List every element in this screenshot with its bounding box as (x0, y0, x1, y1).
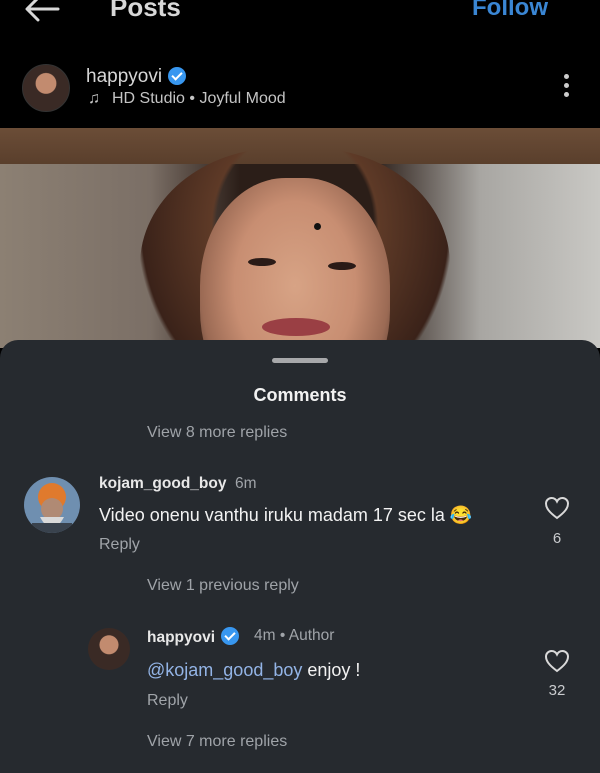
reply-button[interactable]: Reply (99, 536, 140, 554)
comment-time: 6m (235, 475, 257, 492)
comments-sheet: Comments View 8 more replies kojam_good_… (0, 340, 600, 773)
post-image[interactable] (0, 128, 600, 348)
music-note-icon: ♫ (88, 90, 100, 107)
view-more-replies-top[interactable]: View 8 more replies (147, 424, 287, 442)
view-more-replies-bottom[interactable]: View 7 more replies (147, 733, 287, 751)
verified-badge-icon (221, 627, 240, 645)
top-app-bar: Posts Follow (0, 0, 600, 40)
reply-body: enjoy ! (302, 660, 361, 680)
post-username[interactable]: happyovi (86, 66, 187, 88)
reply-button[interactable]: Reply (147, 692, 188, 710)
like-count: 6 (552, 530, 562, 547)
more-options-icon[interactable] (564, 74, 570, 101)
post-subtitle[interactable]: ♫ HD Studio • Joyful Mood (88, 90, 286, 108)
audio-name[interactable]: HD Studio (112, 90, 185, 107)
verified-badge-icon (168, 67, 187, 85)
mood-label: Joyful Mood (199, 90, 286, 107)
like-heart-icon[interactable] (544, 496, 570, 520)
photo-bindi (314, 223, 321, 230)
author-badge: Author (288, 627, 335, 644)
photo-eye-right (328, 262, 356, 270)
mention-link[interactable]: @kojam_good_boy (147, 660, 302, 680)
post-username-text[interactable]: happyovi (86, 66, 162, 87)
like-heart-icon[interactable] (544, 649, 570, 673)
view-previous-reply[interactable]: View 1 previous reply (147, 577, 299, 595)
reply-username[interactable]: happyovi (147, 627, 240, 647)
reply-author-avatar[interactable] (88, 628, 130, 670)
like-count: 32 (548, 682, 566, 699)
reply-time: 4m (254, 627, 276, 644)
back-arrow-icon[interactable] (22, 0, 62, 24)
photo-eye-left (248, 258, 276, 266)
follow-button[interactable]: Follow (472, 0, 548, 22)
page-title: Posts (110, 0, 181, 22)
reply-username-text[interactable]: happyovi (147, 629, 215, 646)
comment-text: Video onenu vanthu iruku madam 17 sec la… (99, 505, 473, 525)
reply-text: @kojam_good_boy enjoy ! (147, 660, 360, 681)
sheet-drag-handle[interactable] (272, 358, 328, 363)
subtitle-separator: • (189, 90, 195, 107)
comment-username[interactable]: kojam_good_boy (99, 475, 226, 493)
post-header: happyovi ♫ HD Studio • Joyful Mood (0, 40, 600, 128)
commenter-avatar-image (24, 477, 80, 533)
comments-title: Comments (253, 385, 347, 405)
commenter-avatar[interactable] (24, 477, 80, 533)
photo-lips (262, 318, 330, 336)
reply-meta-separator: • (279, 627, 286, 644)
reply-meta: 4m • Author (254, 627, 334, 645)
author-avatar[interactable] (22, 64, 70, 112)
